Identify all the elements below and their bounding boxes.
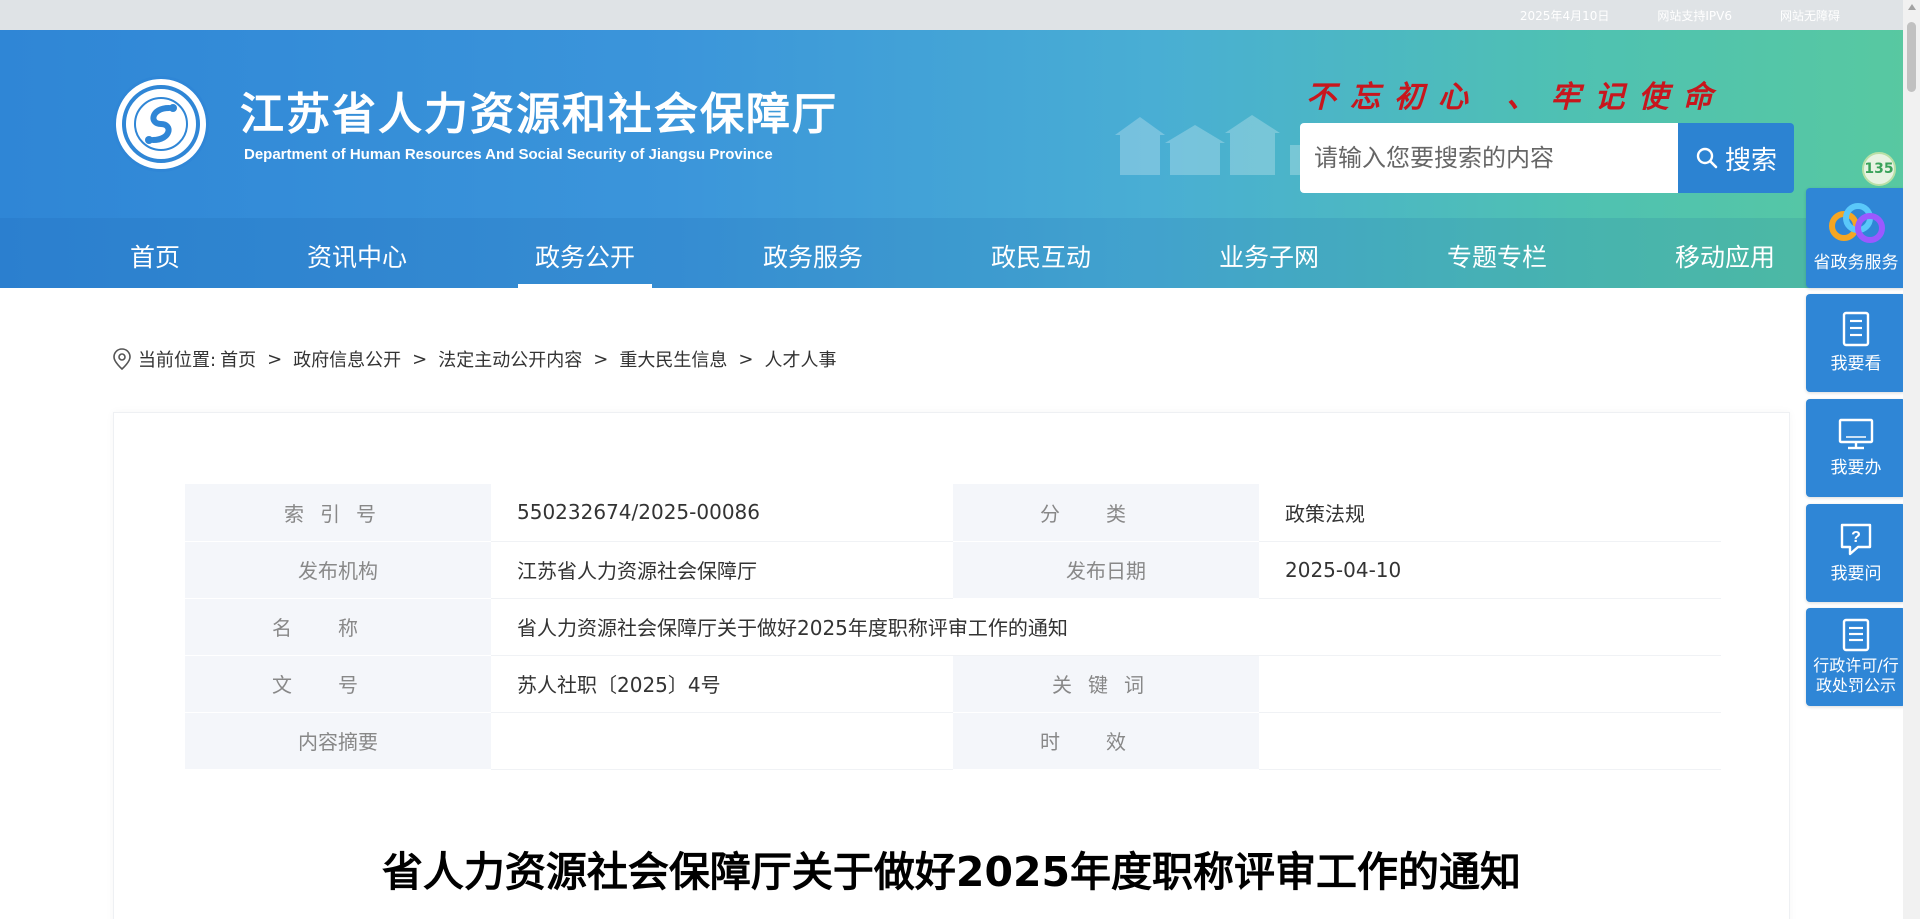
accessibility-link[interactable]: 网站无障碍 (1780, 7, 1840, 24)
keywords-label: 关键词 (953, 655, 1259, 713)
hrss-emblem-icon (122, 85, 200, 163)
float-item-label: 我要看 (1830, 354, 1882, 374)
breadcrumb-separator: > (267, 348, 283, 370)
float-item-label: 我要问 (1830, 564, 1882, 584)
gov-service-logo-icon (1829, 203, 1885, 243)
float-item-label: 我要办 (1830, 458, 1882, 478)
ipv6-link[interactable]: 网站支持IPV6 (1657, 7, 1732, 24)
question-bubble-icon: ? (1840, 523, 1872, 556)
float-item-handle[interactable]: 我要办 (1806, 399, 1906, 497)
nav-item-home[interactable]: 首页 (108, 224, 202, 288)
name-value: 省人力资源社会保障厅关于做好2025年度职称评审工作的通知 (491, 598, 1721, 656)
notebook-icon (1842, 311, 1870, 347)
float-item-province-gov-service[interactable]: 省政务服务 (1806, 188, 1906, 288)
monitor-icon (1838, 418, 1874, 450)
page-scrollbar[interactable] (1903, 0, 1920, 919)
breadcrumb-separator: > (738, 348, 754, 370)
table-row: 内容摘要 时效 (185, 712, 1721, 770)
float-item-admin-license[interactable]: 行政许可/行政处罚公示 (1806, 608, 1906, 706)
doc-number-label: 文号 (185, 655, 491, 713)
float-item-label: 行政许可/行政处罚公示 (1813, 656, 1899, 695)
index-label: 索引号 (185, 484, 491, 542)
index-value: 550232674/2025-00086 (491, 484, 953, 542)
nav-item-sub-sites[interactable]: 业务子网 (1202, 224, 1336, 288)
nav-item-mobile-apps[interactable]: 移动应用 (1658, 224, 1792, 288)
table-row: 发布机构 江苏省人力资源社会保障厅 发布日期 2025-04-10 (185, 541, 1721, 599)
float-item-label: 省政务服务 (1813, 253, 1899, 273)
keywords-value (1259, 655, 1721, 713)
search-icon (1696, 147, 1718, 169)
svg-text:?: ? (1851, 529, 1861, 546)
breadcrumb-item-statutory[interactable]: 法定主动公开内容 (438, 346, 582, 372)
breadcrumb-item-talent[interactable]: 人才人事 (764, 346, 836, 372)
category-label: 分类 (953, 484, 1259, 542)
breadcrumb: 当前位置: 首页 > 政府信息公开 > 法定主动公开内容 > 重大民生信息 > … (112, 344, 836, 374)
site-logo[interactable] (113, 76, 209, 172)
table-row: 名称 省人力资源社会保障厅关于做好2025年度职称评审工作的通知 (185, 598, 1721, 656)
breadcrumb-separator: > (412, 348, 428, 370)
summary-value (491, 712, 953, 770)
publisher-label: 发布机构 (185, 541, 491, 599)
site-title: 江苏省人力资源和社会保障厅 (240, 89, 838, 140)
summary-label: 内容摘要 (185, 712, 491, 770)
validity-value (1259, 712, 1721, 770)
doc-number-value: 苏人社职〔2025〕4号 (491, 655, 953, 713)
scroll-up-arrow-icon[interactable] (1908, 4, 1916, 10)
location-pin-icon (113, 348, 131, 371)
breadcrumb-prefix: 当前位置: (138, 350, 217, 371)
breadcrumb-item-home[interactable]: 首页 (220, 346, 256, 372)
breadcrumb-item-gov-info[interactable]: 政府信息公开 (293, 346, 401, 372)
slogan: 不忘初心 、牢记使命 (1306, 80, 1727, 115)
publish-date-label: 发布日期 (953, 541, 1259, 599)
nav-item-interaction[interactable]: 政民互动 (974, 224, 1108, 288)
breadcrumb-item-livelihood[interactable]: 重大民生信息 (619, 346, 727, 372)
top-utility-bar: 2025年4月10日 网站支持IPV6 网站无障碍 (0, 0, 1920, 30)
table-row: 索引号 550232674/2025-00086 分类 政策法规 (185, 484, 1721, 542)
name-label: 名称 (185, 598, 491, 656)
publish-date-value: 2025-04-10 (1259, 541, 1721, 599)
top-utility-links: 2025年4月10日 网站支持IPV6 网站无障碍 (1520, 0, 1840, 30)
category-value: 政策法规 (1259, 484, 1721, 542)
document-title: 省人力资源社会保障厅关于做好2025年度职称评审工作的通知 (381, 848, 1522, 896)
table-row: 文号 苏人社职〔2025〕4号 关键词 (185, 655, 1721, 713)
site-subtitle: Department of Human Resources And Social… (244, 146, 773, 163)
breadcrumb-separator: > (593, 348, 609, 370)
document-info-table: 索引号 550232674/2025-00086 分类 政策法规 发布机构 江苏… (185, 484, 1721, 770)
float-item-ask[interactable]: ? 我要问 (1806, 504, 1906, 602)
scrollbar-thumb[interactable] (1907, 22, 1916, 92)
search-box: 搜索 (1300, 123, 1794, 193)
search-input[interactable] (1300, 123, 1678, 193)
nav-item-news[interactable]: 资讯中心 (290, 224, 424, 288)
publisher-value: 江苏省人力资源社会保障厅 (491, 541, 953, 599)
current-date: 2025年4月10日 (1519, 8, 1610, 23)
search-button[interactable]: 搜索 (1678, 123, 1794, 193)
search-button-label: 搜索 (1724, 145, 1777, 176)
float-item-view[interactable]: 我要看 (1806, 294, 1906, 392)
badge-135-icon[interactable]: 135 (1862, 152, 1896, 186)
main-nav: 首页 资讯中心 政务公开 政务服务 政民互动 业务子网 专题专栏 移动应用 (0, 224, 1790, 288)
nav-item-topics[interactable]: 专题专栏 (1430, 224, 1564, 288)
validity-label: 时效 (953, 712, 1259, 770)
nav-item-gov-services[interactable]: 政务服务 (746, 224, 880, 288)
document-list-icon (1842, 618, 1870, 652)
nav-item-gov-affairs-open[interactable]: 政务公开 (518, 224, 652, 288)
